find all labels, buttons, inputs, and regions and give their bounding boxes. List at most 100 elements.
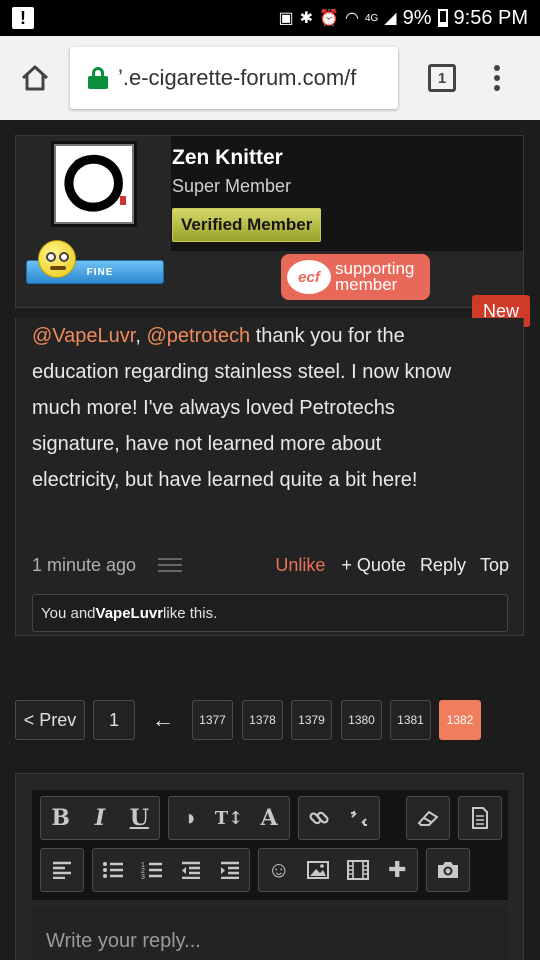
font-size-button[interactable]: T↕: [209, 797, 249, 839]
reply-textarea[interactable]: [32, 906, 508, 960]
address-bar[interactable]: ’.e-cigarette-forum.com/f: [70, 47, 398, 109]
post-text: thank you for the education regarding st…: [32, 325, 452, 491]
camera-icon: [438, 862, 458, 878]
image-icon: [307, 861, 330, 879]
bluetooth-icon: ✱: [299, 10, 314, 27]
insert-media-button[interactable]: [338, 849, 378, 891]
italic-button[interactable]: I: [80, 797, 119, 839]
bold-button[interactable]: B: [41, 797, 80, 839]
insert-group: ☺ ✚: [258, 848, 418, 892]
reply-editor: B I U ◑ T↕ A 1 2 3 ☺ ✚ Write your reply.…: [15, 773, 524, 960]
link-icon: [309, 811, 329, 825]
underline-button[interactable]: U: [120, 797, 159, 839]
signal-icon: ◢: [384, 10, 397, 27]
unlink-icon: [351, 811, 367, 826]
indent-icon: [220, 861, 239, 879]
battery-percent: 9%: [402, 6, 432, 29]
tab-switcher-button[interactable]: 1: [428, 64, 456, 92]
battery-icon: [437, 9, 448, 27]
post-footer: 1 minute ago Unlike + Quote Reply Top: [32, 550, 509, 580]
post-timestamp[interactable]: 1 minute ago: [32, 555, 136, 576]
page-content: Zen Knitter Super Member Verified Member…: [0, 120, 540, 960]
outdent-button[interactable]: [171, 849, 210, 891]
page-1-button[interactable]: 1: [93, 700, 135, 740]
mention-link[interactable]: @petrotech: [146, 325, 250, 347]
eraser-group: [406, 796, 450, 840]
user-title: Super Member: [172, 176, 292, 196]
film-icon: [346, 860, 369, 880]
numbered-list-icon: 123: [141, 862, 162, 880]
unlink-button[interactable]: [339, 797, 379, 839]
align-left-button[interactable]: [41, 849, 83, 891]
likes-prefix: You and: [41, 604, 96, 622]
wifi-icon: ◠: [344, 10, 359, 27]
supporting-member-badge: ecf supporting member: [281, 254, 430, 300]
font-button[interactable]: A: [249, 797, 289, 839]
alert-icon: !: [12, 7, 34, 29]
insert-more-button[interactable]: ✚: [378, 849, 418, 891]
current-page-button[interactable]: 1382: [439, 700, 481, 740]
avatar[interactable]: [54, 144, 134, 224]
page-button[interactable]: 1380: [341, 700, 382, 740]
likes-summary: You and VapeLuvr like this.: [32, 594, 508, 632]
status-icons: ▣ ✱ ⏰ ◠ 4G ◢ 9% 9:56 PM: [279, 7, 528, 30]
prev-page-button[interactable]: < Prev: [15, 700, 85, 740]
reply-button[interactable]: Reply: [420, 555, 466, 576]
lock-status-icon: ▣: [278, 10, 294, 27]
clear-format-button[interactable]: [407, 797, 449, 839]
mention-link[interactable]: @VapeLuvr: [32, 325, 135, 347]
source-view-button[interactable]: [459, 797, 501, 839]
page-button[interactable]: 1377: [192, 700, 233, 740]
browser-toolbar: ’.e-cigarette-forum.com/f 1: [0, 36, 540, 120]
unlike-button[interactable]: Unlike: [275, 555, 325, 576]
bullet-list-icon: [102, 862, 123, 878]
alarm-icon: ⏰: [319, 10, 339, 27]
username[interactable]: Zen Knitter: [172, 146, 283, 170]
post-menu-icon[interactable]: [158, 558, 183, 572]
mention-separator: ,: [135, 325, 147, 347]
document-icon: [472, 807, 488, 829]
svg-text:3: 3: [141, 874, 145, 880]
text-color-button[interactable]: ◑: [169, 797, 209, 839]
status-bar: ! ▣ ✱ ⏰ ◠ 4G ◢ 9% 9:56 PM: [0, 0, 540, 36]
page-button[interactable]: 1381: [390, 700, 431, 740]
insert-image-button[interactable]: [299, 849, 339, 891]
align-left-icon: [53, 861, 71, 879]
indent-button[interactable]: [210, 849, 249, 891]
editor-toolbar: B I U ◑ T↕ A 1 2 3 ☺ ✚: [32, 790, 508, 900]
format-group: B I U: [40, 796, 160, 840]
liker-link[interactable]: VapeLuvr: [96, 605, 164, 622]
smilies-button[interactable]: ☺: [259, 849, 299, 891]
smiley-face-icon: [38, 240, 76, 278]
lock-icon: [88, 67, 108, 89]
camera-group: [426, 848, 470, 892]
page-button[interactable]: 1379: [291, 700, 332, 740]
bullet-list-button[interactable]: [93, 849, 132, 891]
link-button[interactable]: [299, 797, 339, 839]
home-icon: [21, 65, 49, 91]
likes-suffix: like this.: [163, 604, 218, 622]
numbered-list-button[interactable]: 123: [132, 849, 171, 891]
document-group: [458, 796, 502, 840]
align-group: [40, 848, 84, 892]
network-type: 4G: [364, 12, 379, 24]
link-group: [298, 796, 380, 840]
back-arrow-icon[interactable]: ←: [143, 700, 183, 740]
enso-circle-icon: [64, 154, 126, 212]
post-body: @VapeLuvr, @petrotech thank you for the …: [32, 318, 472, 498]
post-message: @VapeLuvr, @petrotech thank you for the …: [15, 318, 524, 636]
eraser-icon: [417, 810, 439, 826]
user-info-card: Zen Knitter Super Member Verified Member…: [15, 135, 524, 308]
browser-menu-icon[interactable]: [494, 65, 500, 91]
outdent-icon: [181, 861, 200, 879]
page-button[interactable]: 1378: [242, 700, 283, 740]
member-label: member: [335, 275, 398, 294]
home-button[interactable]: [0, 36, 70, 120]
clock: 9:56 PM: [453, 6, 528, 29]
list-group: 123: [92, 848, 250, 892]
verified-member-badge: Verified Member: [172, 208, 322, 242]
top-button[interactable]: Top: [480, 555, 509, 576]
quote-button[interactable]: + Quote: [341, 555, 406, 576]
style-group: ◑ T↕ A: [168, 796, 290, 840]
upload-photo-button[interactable]: [427, 849, 469, 891]
